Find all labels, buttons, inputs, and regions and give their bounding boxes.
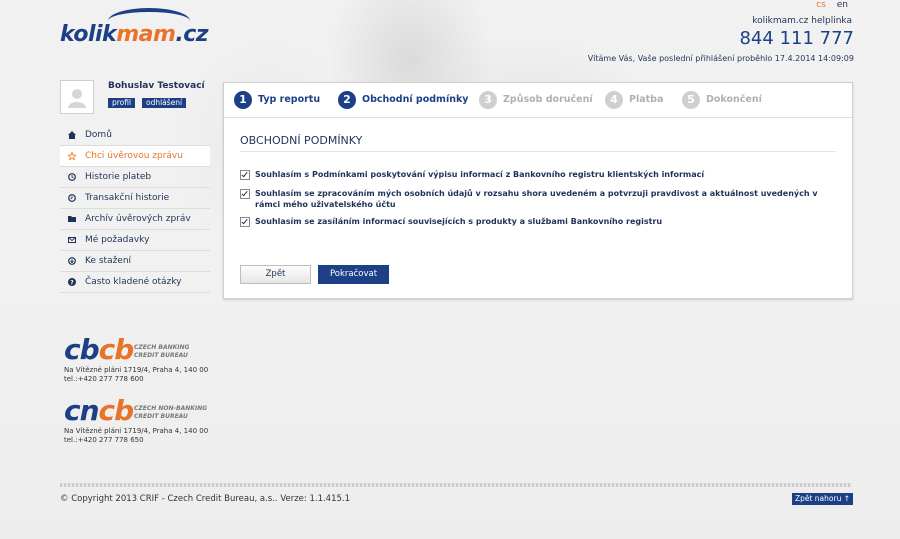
marketing-checkbox[interactable]	[240, 217, 250, 227]
mail-icon	[68, 237, 76, 243]
cncb-logo-block: cncb CZECH NON-BANKING CREDIT BUREAU Na V…	[64, 397, 208, 445]
data-processing-checkbox[interactable]	[240, 189, 250, 199]
sidebar-item-label: Archív úvěrových zpráv	[85, 214, 191, 224]
sidebar-item-home[interactable]: Domů	[60, 125, 210, 146]
sidebar-item-faq[interactable]: ? Často kladené otázky	[60, 272, 210, 293]
folder-icon	[68, 216, 76, 222]
logout-button[interactable]: odhlášení	[142, 98, 187, 108]
cncb-phone: tel.:+420 277 778 650	[64, 436, 144, 444]
clock-icon	[68, 173, 76, 181]
continue-button[interactable]: Pokračovat	[318, 265, 389, 284]
step-number: 4	[605, 91, 623, 109]
footer-divider	[60, 483, 852, 487]
avatar	[60, 80, 94, 114]
terms-checkbox[interactable]	[240, 170, 250, 180]
lang-cs-link[interactable]: cs	[816, 0, 826, 10]
step-number: 2	[338, 91, 356, 109]
user-name: Bohuslav Testovací	[108, 81, 205, 91]
profile-button[interactable]: profil	[108, 98, 136, 108]
data-processing-checkbox-label[interactable]: Souhlasím se zpracováním mých osobních ú…	[255, 188, 825, 210]
sidebar-item-label: Domů	[85, 130, 112, 140]
section-title: OBCHODNÍ PODMÍNKY	[240, 134, 363, 147]
wizard-steps: 1 Typ reportu 2 Obchodní podmínky 3 Způsob …	[224, 83, 852, 118]
step-delivery: 3 Způsob doručení	[479, 91, 593, 109]
sidebar-item-request-report[interactable]: Chci úvěrovou zprávu	[60, 146, 210, 167]
back-button[interactable]: Zpět	[240, 265, 311, 284]
cncb-address: Na Vítězné pláni 1719/4, Praha 4, 140 00	[64, 427, 209, 435]
lang-en-link[interactable]: en	[837, 0, 848, 10]
sidebar-item-label: Transakční historie	[85, 193, 170, 203]
cbcb-phone: tel.:+420 277 778 600	[64, 375, 144, 383]
marketing-checkbox-label[interactable]: Souhlasím se zasíláním informací souvise…	[255, 216, 825, 227]
step-label: Obchodní podmínky	[362, 94, 469, 105]
download-icon	[68, 257, 76, 265]
helpline-label: kolikmam.cz helplinka	[752, 16, 852, 26]
step-completion: 5 Dokončení	[682, 91, 762, 109]
step-report-type[interactable]: 1 Typ reportu	[234, 91, 320, 109]
helpline-number: 844 111 777	[739, 28, 854, 49]
svg-text:?: ?	[70, 280, 74, 287]
sidebar-nav: Domů Chci úvěrovou zprávu Historie plate…	[60, 125, 210, 293]
kolikmam-logo[interactable]: kolikmam.cz	[58, 8, 209, 58]
step-label: Platba	[629, 94, 664, 105]
user-silhouette-icon	[68, 89, 86, 108]
step-number: 5	[682, 91, 700, 109]
sidebar-item-payment-history[interactable]: Historie plateb	[60, 167, 210, 188]
language-switcher: cs en	[808, 0, 848, 10]
sidebar-item-label: Ke stažení	[85, 256, 132, 266]
sidebar-item-downloads[interactable]: Ke stažení	[60, 251, 210, 272]
step-label: Typ reportu	[258, 94, 321, 105]
main-panel: 1 Typ reportu 2 Obchodní podmínky 3 Způsob …	[223, 82, 853, 299]
history-icon	[68, 194, 76, 202]
back-to-top-button[interactable]: Zpět nahoru ↑	[792, 493, 853, 505]
last-login-message: Vítáme Vás, Vaše poslední přihlášení pro…	[587, 54, 854, 63]
sidebar-item-my-requests[interactable]: Mé požadavky	[60, 230, 210, 251]
sidebar-item-label: Mé požadavky	[85, 235, 150, 245]
sidebar-item-label: Chci úvěrovou zprávu	[85, 151, 183, 161]
sidebar-item-transaction-history[interactable]: Transakční historie	[60, 188, 210, 209]
sidebar-item-label: Často kladené otázky	[85, 277, 182, 287]
title-divider	[240, 151, 836, 152]
step-payment: 4 Platba	[605, 91, 663, 109]
home-icon	[68, 131, 76, 139]
sidebar-item-label: Historie plateb	[85, 172, 152, 182]
logo-text: kolikmam.cz	[60, 22, 209, 47]
step-number: 3	[479, 91, 497, 109]
step-number: 1	[234, 91, 252, 109]
step-terms[interactable]: 2 Obchodní podmínky	[338, 91, 468, 109]
terms-checkbox-label[interactable]: Souhlasím s Podmínkami poskytování výpis…	[255, 169, 825, 180]
cbcb-logo-block: cbcb CZECH BANKING CREDIT BUREAU Na Vítěz…	[64, 336, 208, 384]
cbcb-description: CZECH BANKING CREDIT BUREAU	[134, 344, 190, 359]
step-label: Dokončení	[706, 94, 762, 105]
cncb-description: CZECH NON-BANKING CREDIT BUREAU	[134, 405, 208, 420]
copyright-text: © Copyright 2013 CRIF - Czech Credit Bur…	[60, 494, 351, 504]
star-icon	[68, 152, 76, 160]
step-label: Způsob doručení	[503, 94, 593, 105]
sidebar-item-report-archive[interactable]: Archív úvěrových zpráv	[60, 209, 210, 230]
cbcb-address: Na Vítězné pláni 1719/4, Praha 4, 140 00	[64, 366, 209, 374]
question-icon: ?	[68, 278, 76, 286]
